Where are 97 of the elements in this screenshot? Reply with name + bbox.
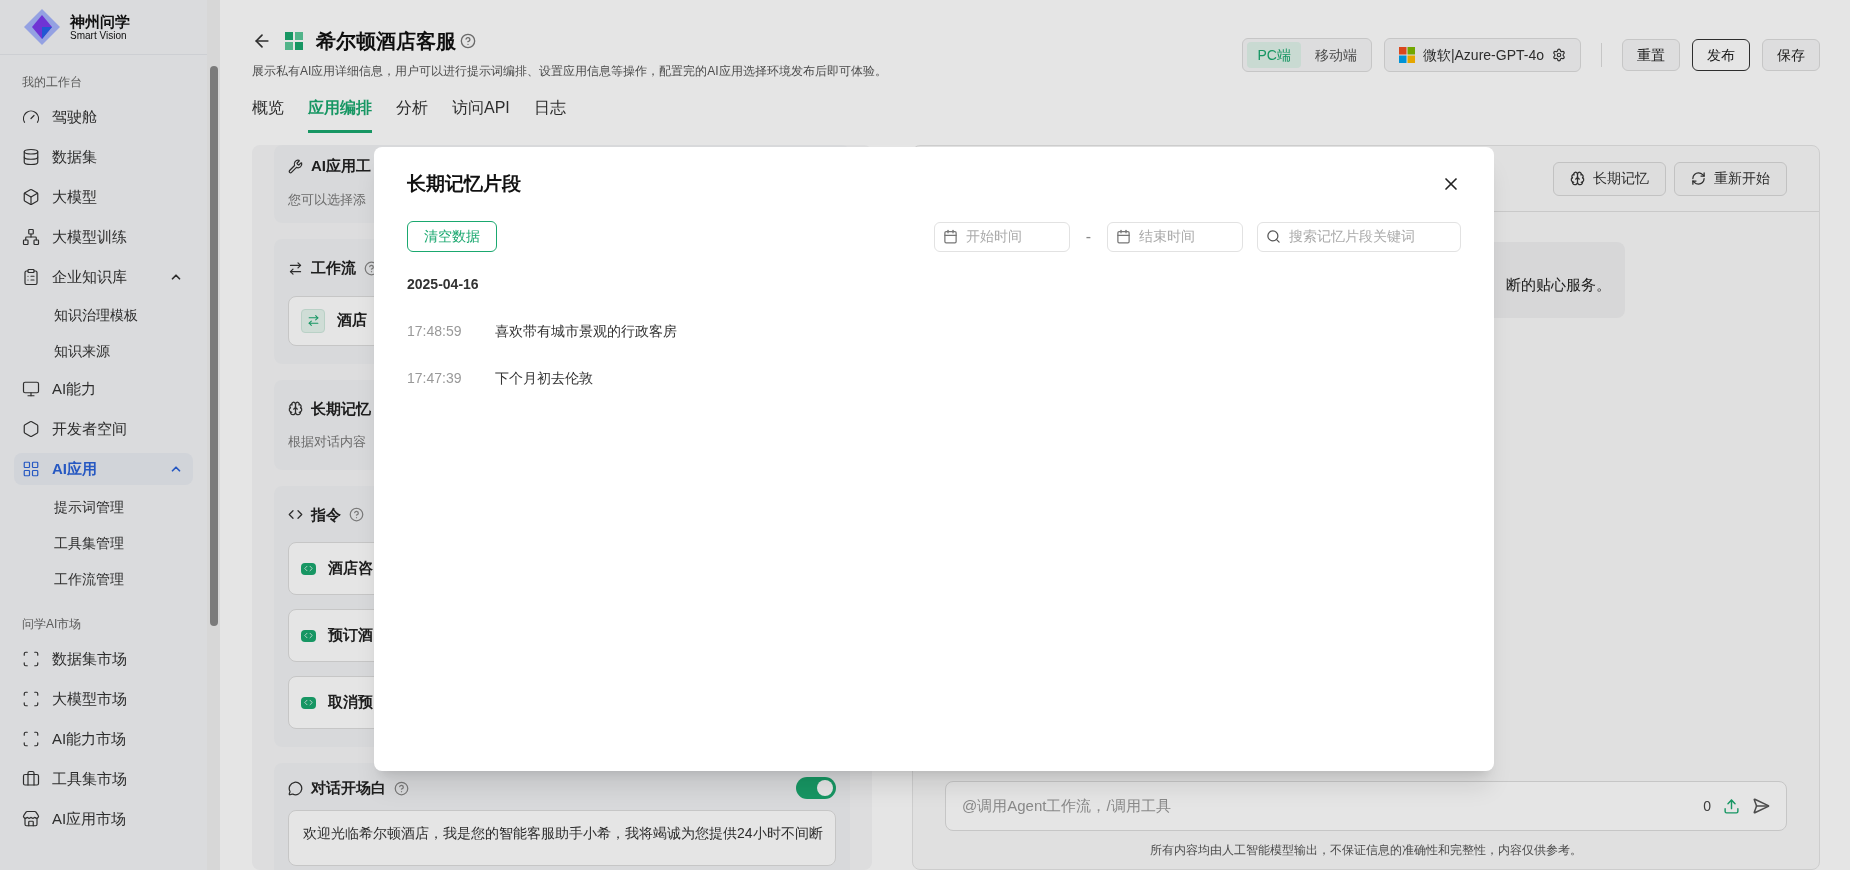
platform-tab[interactable]: 移动端 — [1304, 42, 1367, 68]
upload-icon[interactable] — [1723, 797, 1740, 815]
cube-icon — [22, 188, 40, 206]
search-icon — [1266, 229, 1281, 244]
logo-title: 神州问学 — [70, 13, 130, 29]
code-window-icon — [301, 629, 316, 642]
app-description: 展示私有AI应用详细信息，用户可以进行提示词编排、设置应用信息等操作，配置完的AI应用选择环境发布后即可体验。 — [252, 63, 887, 80]
section-title: 对话开场白 — [311, 778, 386, 798]
app-grid-icon — [284, 31, 304, 51]
send-icon[interactable] — [1752, 797, 1770, 815]
sidebar-item[interactable]: 企业知识库 — [14, 261, 193, 293]
refresh-icon — [1691, 171, 1706, 186]
wrench-icon — [288, 158, 303, 174]
monitor-icon — [22, 380, 40, 398]
code-window-icon — [301, 562, 316, 575]
character-count: 0 — [1703, 796, 1711, 816]
dialog-title: 长期记忆片段 — [407, 171, 521, 196]
section-title: 长期记忆 — [311, 398, 371, 419]
code-window-icon — [301, 696, 316, 709]
network-icon — [22, 228, 40, 246]
section-title: AI应用工 — [311, 156, 371, 176]
chat-message-text: 断的贴心服务。 — [1506, 274, 1611, 295]
header-button[interactable]: 重置 — [1622, 39, 1680, 71]
sidebar-item[interactable]: AI应用 — [14, 453, 193, 485]
sidebar-item[interactable]: 开发者空间 — [14, 413, 193, 445]
database-icon — [22, 148, 40, 166]
brain-icon — [1570, 171, 1585, 186]
settings-icon — [1552, 48, 1566, 62]
tab[interactable]: 概览 — [252, 96, 284, 133]
config-item-label: 取消预 — [328, 692, 373, 713]
tab[interactable]: 访问API — [452, 96, 510, 133]
scan-frame-icon — [22, 650, 40, 668]
logo-icon — [22, 7, 62, 47]
config-item-label: 预订酒 — [328, 625, 373, 646]
disclaimer-text: 所有内容均由人工智能模型输出，不保证信息的准确性和完整性，内容仅供参考。 — [1149, 842, 1583, 859]
header-button[interactable]: 保存 — [1762, 39, 1820, 71]
entry-time: 17:48:59 — [407, 322, 463, 341]
sidebar-item[interactable]: 工具集市场 — [14, 763, 193, 795]
config-item-label: 酒店 — [337, 310, 367, 331]
model-selector[interactable]: 微软|Azure-GPT-4o — [1383, 38, 1581, 72]
section-hint: 您可以选择添 — [288, 190, 367, 209]
calendar-icon — [942, 229, 958, 244]
swap-arrows-icon — [288, 260, 303, 276]
section-title: 指令 — [311, 504, 341, 525]
chat-header-button[interactable]: 重新开始 — [1674, 161, 1787, 196]
sidebar-item[interactable]: AI能力市场 — [14, 723, 193, 755]
help-icon[interactable] — [460, 33, 476, 49]
sidebar-item[interactable]: 大模型 — [14, 181, 193, 213]
chat-header-button[interactable]: 长期记忆 — [1553, 161, 1666, 196]
section-hint: 根据对话内容 — [288, 433, 367, 451]
section-title: 工作流 — [311, 258, 356, 278]
sidebar-subitem[interactable]: 知识治理模板 — [0, 297, 207, 333]
chat-input-field[interactable]: @调用Agent工作流，/调用工具 0 — [945, 781, 1787, 831]
grid-icon — [22, 460, 40, 478]
scan-frame-icon — [22, 730, 40, 748]
store-icon — [22, 810, 40, 828]
hexagon-icon — [22, 420, 40, 438]
brain-icon — [288, 401, 303, 417]
sidebar-item[interactable]: 数据集市场 — [14, 643, 193, 675]
sidebar-section-title: 我的工作台 — [21, 74, 83, 91]
scan-frame-icon — [22, 690, 40, 708]
clipboard-icon — [22, 268, 40, 286]
sidebar-item[interactable]: AI应用市场 — [14, 803, 193, 835]
sidebar-item[interactable]: 大模型训练 — [14, 221, 193, 253]
toggle-switch[interactable] — [796, 777, 836, 800]
entry-time: 17:47:39 — [407, 369, 463, 388]
tab[interactable]: 日志 — [533, 96, 566, 133]
help-icon[interactable] — [349, 507, 364, 523]
config-item-label: 酒店咨 — [328, 558, 373, 579]
greeting-box[interactable]: 欢迎光临希尔顿酒店，我是您的智能客服助手小希，我将竭诚为您提供24小时不间断 — [288, 809, 836, 866]
app-title: 希尔顿酒店客服 — [316, 29, 456, 54]
calendar-icon — [1116, 229, 1131, 244]
entry-text: 喜欢带有城市景观的行政客房 — [495, 322, 677, 341]
sidebar-subitem[interactable]: 工具集管理 — [0, 525, 207, 561]
date-separator: - — [1085, 226, 1091, 247]
sidebar-item[interactable]: AI能力 — [14, 373, 193, 405]
logo-subtitle: Smart Vision — [70, 30, 127, 41]
scrollbar[interactable] — [207, 0, 220, 870]
sidebar-item[interactable]: 大模型市场 — [14, 683, 193, 715]
toolbox-icon — [22, 770, 40, 788]
sidebar-section-title: 问学AI市场 — [21, 616, 83, 633]
help-icon[interactable] — [394, 780, 409, 796]
sidebar-item[interactable]: 数据集 — [14, 141, 193, 173]
greeting-text: 欢迎光临希尔顿酒店，我是您的智能客服助手小希，我将竭诚为您提供24小时不间断 — [303, 824, 823, 841]
gauge-icon — [22, 108, 40, 126]
sidebar-subitem[interactable]: 知识来源 — [0, 333, 207, 369]
entry-text: 下个月初去伦敦 — [495, 369, 593, 388]
date-heading: 2025-04-16 — [407, 275, 480, 294]
tab[interactable]: 分析 — [396, 96, 428, 133]
sidebar-subitem[interactable]: 工作流管理 — [0, 561, 207, 597]
sidebar-subitem[interactable]: 提示词管理 — [0, 489, 207, 525]
windows-logo-icon — [1398, 47, 1415, 63]
workflow-icon — [301, 308, 325, 333]
chat-bubble-icon — [288, 780, 303, 796]
sidebar-item[interactable]: 驾驶舱 — [14, 101, 193, 133]
chat-input-placeholder: @调用Agent工作流，/调用工具 — [962, 795, 1172, 816]
header-button[interactable]: 发布 — [1692, 39, 1750, 71]
